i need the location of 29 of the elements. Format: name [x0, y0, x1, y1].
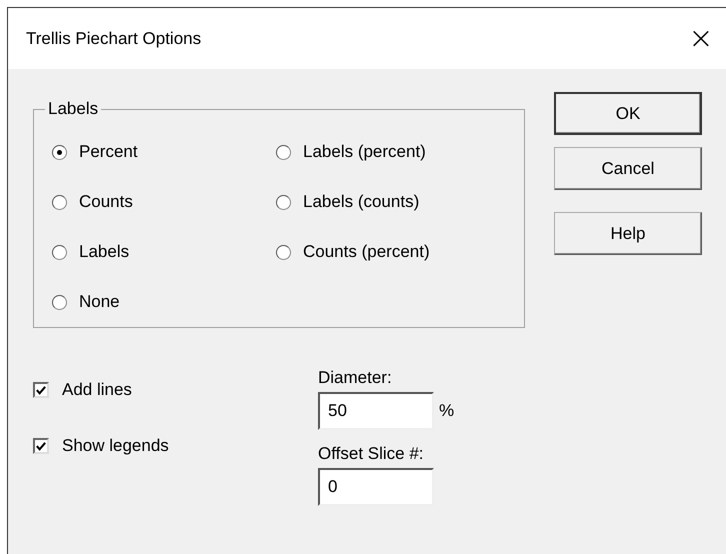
checkbox-label[interactable]: Show legends [62, 436, 169, 456]
radio-label[interactable]: Counts [79, 192, 133, 212]
dialog-button[interactable]: OK [554, 92, 702, 135]
checkbox-label[interactable]: Add lines [62, 380, 132, 400]
checkbox[interactable] [33, 382, 49, 398]
radio-button[interactable] [52, 294, 67, 310]
radio-label[interactable]: None [79, 292, 120, 312]
dialog-button[interactable]: Help [554, 212, 702, 255]
dialog-button[interactable]: Cancel [554, 147, 702, 190]
radio-button[interactable] [52, 244, 67, 260]
radio-label[interactable]: Labels (counts) [303, 192, 420, 212]
radio-label[interactable]: Labels [79, 242, 130, 262]
radio-button[interactable] [276, 194, 291, 210]
radio-label[interactable]: Counts (percent) [303, 242, 430, 262]
diameter-field[interactable]: 50 [318, 392, 434, 430]
radio-button[interactable] [276, 144, 291, 160]
radio-label[interactable]: Labels (percent) [303, 142, 426, 162]
percent-unit: % [439, 401, 454, 421]
close-button[interactable]: × [676, 14, 726, 64]
group-title: Labels [47, 99, 100, 119]
radio-button[interactable] [52, 194, 67, 210]
radio-label[interactable]: Percent [79, 142, 138, 162]
diameter-label: Diameter: [318, 368, 393, 389]
checkbox[interactable] [33, 438, 49, 454]
window-title: Trellis Piechart Options [26, 28, 202, 48]
offset-slice-label: Offset Slice #: [318, 444, 425, 465]
radio-button[interactable] [52, 144, 67, 160]
radio-button[interactable] [276, 244, 291, 260]
offset-slice-field[interactable]: 0 [318, 468, 434, 506]
